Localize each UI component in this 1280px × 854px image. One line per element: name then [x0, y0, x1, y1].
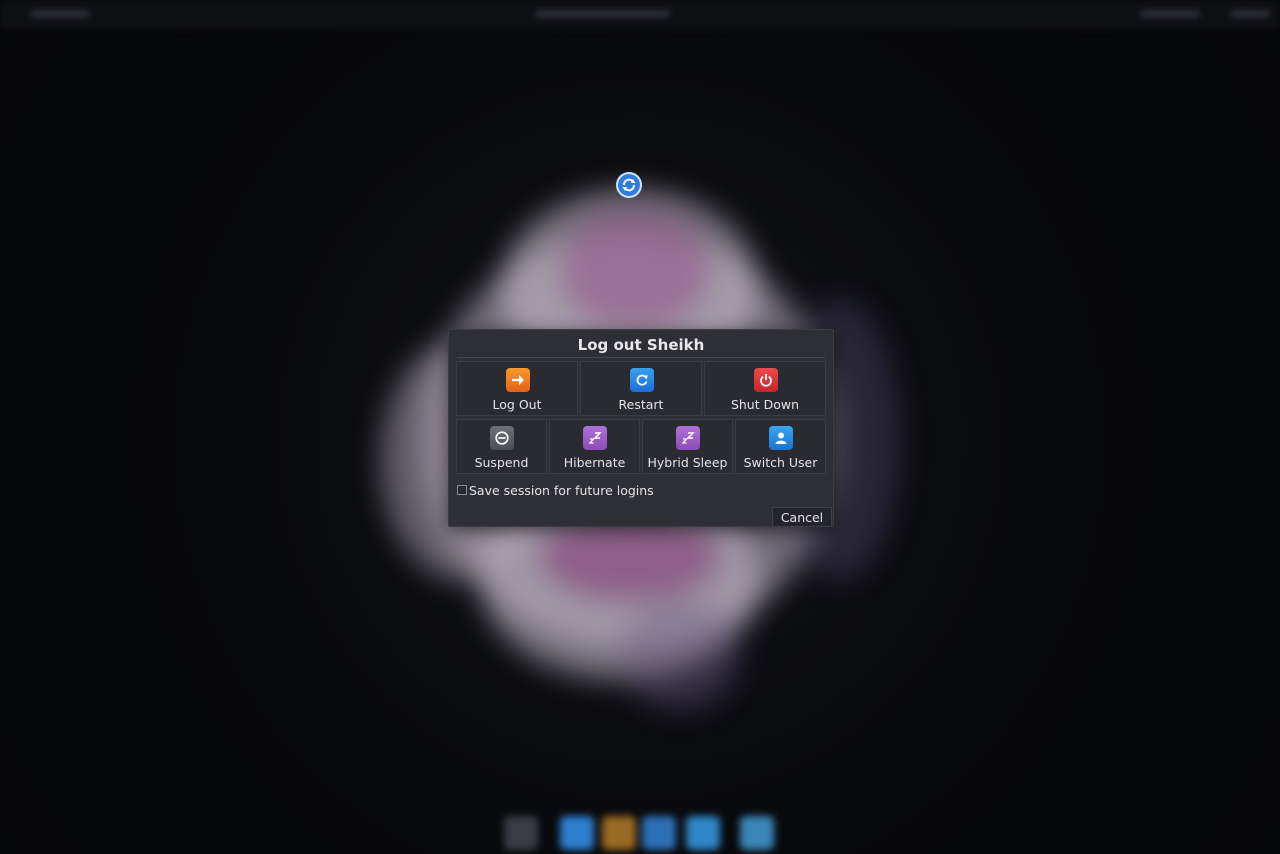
user-icon: [769, 426, 793, 450]
hibernate-button[interactable]: Hibernate: [549, 419, 640, 474]
switch-user-label: Switch User: [743, 455, 818, 470]
hybrid-sleep-zz-icon: [676, 426, 700, 450]
cancel-button[interactable]: Cancel: [772, 507, 832, 527]
hybrid-sleep-button[interactable]: Hybrid Sleep: [642, 419, 733, 474]
log-out-button[interactable]: Log Out: [456, 361, 578, 416]
save-session-option[interactable]: Save session for future logins: [457, 482, 654, 498]
refresh-icon: [616, 172, 642, 198]
top-panel: [0, 0, 1280, 30]
title-separator: [457, 357, 825, 358]
log-out-arrow-icon: [506, 368, 530, 392]
shut-down-button[interactable]: Shut Down: [704, 361, 826, 416]
save-session-label: Save session for future logins: [469, 482, 654, 498]
suspend-icon: [490, 426, 514, 450]
dock: [490, 806, 800, 854]
shut-down-label: Shut Down: [730, 397, 800, 412]
suspend-label: Suspend: [474, 455, 529, 470]
hybrid-sleep-label: Hybrid Sleep: [647, 455, 728, 470]
suspend-button[interactable]: Suspend: [456, 419, 547, 474]
hibernate-label: Hibernate: [563, 455, 626, 470]
logout-dialog: Log out Sheikh Log Out Restart Shut Down…: [448, 329, 834, 527]
power-icon: [754, 368, 778, 392]
log-out-label: Log Out: [492, 397, 542, 412]
restart-button[interactable]: Restart: [580, 361, 702, 416]
restart-label: Restart: [618, 397, 664, 412]
hibernate-zz-icon: [583, 426, 607, 450]
restart-icon: [630, 368, 654, 392]
save-session-checkbox[interactable]: [457, 485, 467, 495]
dialog-title: Log out Sheikh: [577, 336, 705, 354]
switch-user-button[interactable]: Switch User: [735, 419, 826, 474]
